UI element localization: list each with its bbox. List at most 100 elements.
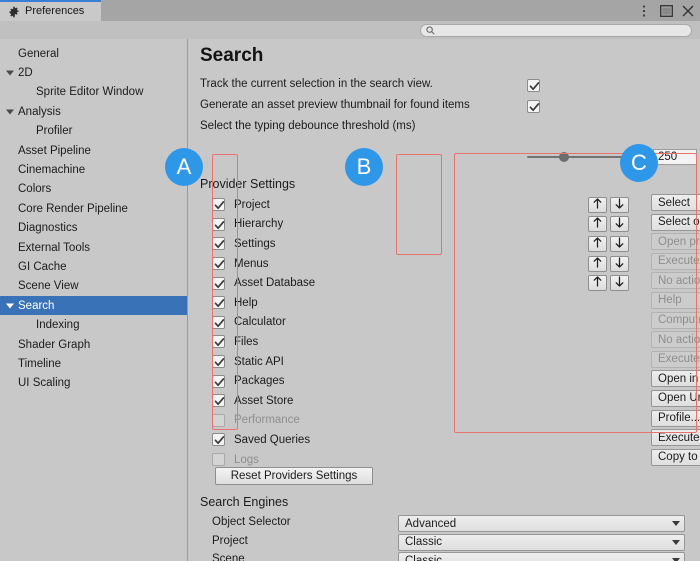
annotation-badge-c: C: [620, 144, 658, 182]
expand-triangle-icon[interactable]: [6, 109, 14, 115]
maximize-icon[interactable]: [658, 3, 674, 19]
reorder-button-pair: [588, 411, 629, 431]
move-up-button[interactable]: [588, 215, 607, 233]
provider-row[interactable]: Settings: [212, 234, 315, 254]
provider-action-label: No actions available: [658, 333, 700, 346]
move-down-button[interactable]: [610, 196, 629, 213]
provider-action-dropdown: Execute method: [651, 350, 700, 368]
preferences-sidebar[interactable]: General 2D Sprite Editor Window Analysis Pro…: [0, 39, 188, 561]
move-down-button[interactable]: [610, 235, 629, 252]
provider-label: Calculator: [234, 316, 286, 329]
asset-preview-checkbox[interactable]: [527, 98, 540, 116]
provider-row[interactable]: Asset Store: [212, 391, 315, 411]
arrow-down-icon: [615, 255, 624, 273]
provider-action-label: Profile...: [658, 412, 700, 425]
sidebar-item-label: General: [18, 47, 59, 60]
debounce-value-field[interactable]: 250: [653, 149, 697, 165]
provider-label: Project: [234, 198, 270, 211]
arrow-up-icon: [593, 215, 602, 233]
search-engine-dropdown[interactable]: Advanced: [398, 515, 685, 532]
sidebar-item-scene-view[interactable]: Scene View: [0, 277, 187, 296]
sidebar-item-shader-graph[interactable]: Shader Graph: [0, 335, 187, 354]
reset-providers-settings-button[interactable]: Reset Providers Settings: [215, 467, 373, 485]
expand-triangle-icon[interactable]: [6, 70, 14, 76]
sidebar-item-search[interactable]: Search: [0, 296, 187, 316]
checkbox-checked-icon[interactable]: [212, 257, 225, 271]
sidebar-item-general[interactable]: General: [0, 44, 187, 63]
move-up-button[interactable]: [588, 255, 607, 272]
checkbox-unchecked-icon[interactable]: [212, 413, 225, 427]
provider-action-dropdown: Help: [651, 291, 700, 309]
provider-row[interactable]: Hierarchy: [212, 215, 315, 235]
provider-row[interactable]: Project: [212, 195, 315, 215]
provider-row[interactable]: Menus: [212, 254, 315, 274]
provider-action-dropdown[interactable]: Profile...: [651, 409, 700, 427]
annotation-badge-b: B: [345, 148, 383, 186]
provider-action-dropdown[interactable]: Select: [651, 194, 700, 211]
setting-label-track-selection: Track the current selection in the searc…: [200, 78, 433, 90]
sidebar-item-2d[interactable]: 2D: [0, 63, 187, 82]
checkbox-checked-icon[interactable]: [212, 433, 225, 447]
checkbox-checked-icon[interactable]: [212, 217, 225, 231]
provider-row[interactable]: Static API: [212, 352, 315, 372]
sidebar-item-cinemachine[interactable]: Cinemachine: [0, 160, 187, 179]
checkbox-checked-icon[interactable]: [212, 237, 225, 251]
sidebar-item-analysis[interactable]: Analysis: [0, 102, 187, 121]
move-down-button[interactable]: [610, 216, 629, 233]
move-down-button[interactable]: [610, 275, 629, 292]
sidebar-item-profiler[interactable]: Profiler: [0, 122, 187, 141]
provider-row[interactable]: Files: [212, 332, 315, 352]
move-up-button[interactable]: [588, 275, 607, 292]
preferences-search-field[interactable]: [420, 24, 692, 37]
sidebar-item-external-tools[interactable]: External Tools: [0, 238, 187, 257]
move-down-button[interactable]: [610, 255, 629, 273]
sidebar-item-sprite-editor-window[interactable]: Sprite Editor Window: [0, 83, 187, 102]
checkbox-checked-icon[interactable]: [212, 335, 225, 349]
track-selection-checkbox[interactable]: [527, 77, 540, 95]
sidebar-item-core-render-pipeline[interactable]: Core Render Pipeline: [0, 199, 187, 218]
search-input[interactable]: [438, 25, 678, 36]
checkbox-checked-icon[interactable]: [212, 355, 225, 369]
provider-action-dropdown: Open project settings: [651, 233, 700, 251]
provider-row[interactable]: Help: [212, 293, 315, 313]
checkbox-checked-icon[interactable]: [212, 394, 225, 408]
provider-action-label: Compute: [658, 314, 700, 327]
close-icon[interactable]: [680, 3, 696, 19]
provider-row[interactable]: Saved Queries: [212, 430, 315, 450]
provider-action-dropdown[interactable]: Open Unity Asset Store...: [651, 389, 700, 407]
checkbox-checked-icon[interactable]: [212, 198, 225, 212]
move-up-button[interactable]: [588, 235, 607, 252]
sidebar-item-gi-cache[interactable]: GI Cache: [0, 257, 187, 276]
kebab-menu-icon[interactable]: [636, 3, 652, 19]
sidebar-item-colors[interactable]: Colors: [0, 180, 187, 199]
provider-action-label: Select object(s) in scene...: [658, 216, 700, 229]
provider-action-dropdown[interactable]: Open in Package Manager: [651, 370, 700, 388]
sidebar-item-diagnostics[interactable]: Diagnostics: [0, 219, 187, 238]
checkbox-checked-icon[interactable]: [212, 276, 225, 290]
checkbox-checked-icon: [527, 79, 540, 93]
tab-label: Preferences: [25, 5, 85, 17]
checkbox-checked-icon[interactable]: [212, 374, 225, 388]
checkbox-unchecked-icon[interactable]: [212, 453, 225, 467]
provider-row[interactable]: Asset Database: [212, 273, 315, 293]
sidebar-item-ui-scaling[interactable]: UI Scaling: [0, 374, 187, 393]
search-engine-dropdown[interactable]: Classic: [398, 552, 685, 561]
provider-row[interactable]: Calculator: [212, 313, 315, 333]
provider-action-dropdown[interactable]: Select object(s) in scene...: [651, 213, 700, 231]
provider-row[interactable]: Performance: [212, 411, 315, 431]
tab-preferences[interactable]: Preferences: [0, 0, 101, 21]
sidebar-item-indexing[interactable]: Indexing: [0, 315, 187, 334]
reorder-button-pair: [588, 313, 629, 333]
sidebar-item-asset-pipeline[interactable]: Asset Pipeline: [0, 141, 187, 160]
provider-action-dropdown[interactable]: Execute search query: [651, 429, 700, 447]
expand-triangle-icon[interactable]: [6, 303, 14, 309]
search-engine-dropdown[interactable]: Classic: [398, 533, 685, 551]
checkbox-checked-icon[interactable]: [212, 315, 225, 329]
provider-action-dropdown[interactable]: Copy to the clipboard: [651, 448, 700, 466]
sidebar-item-timeline[interactable]: Timeline: [0, 354, 187, 373]
sidebar-item-label: Search: [18, 299, 55, 312]
checkbox-checked-icon[interactable]: [212, 296, 225, 310]
provider-row[interactable]: Packages: [212, 371, 315, 391]
move-up-button[interactable]: [588, 196, 607, 213]
slider-handle[interactable]: [558, 152, 569, 162]
